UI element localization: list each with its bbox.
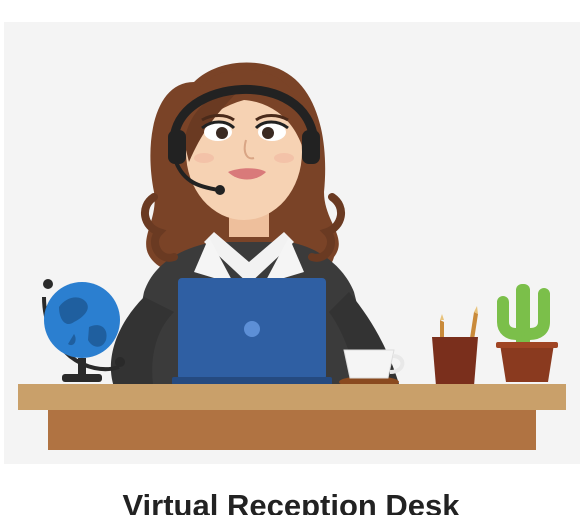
reception-card: Virtual Reception Desk <box>0 0 582 515</box>
laptop-icon <box>172 278 332 385</box>
receptionist-scene <box>4 22 580 464</box>
receptionist-illustration <box>4 22 580 464</box>
headset-right-ear <box>302 130 320 164</box>
microphone-icon <box>215 185 225 195</box>
card-title: Virtual Reception Desk <box>122 488 460 515</box>
desk <box>18 384 566 450</box>
headset-left-ear <box>168 130 186 164</box>
